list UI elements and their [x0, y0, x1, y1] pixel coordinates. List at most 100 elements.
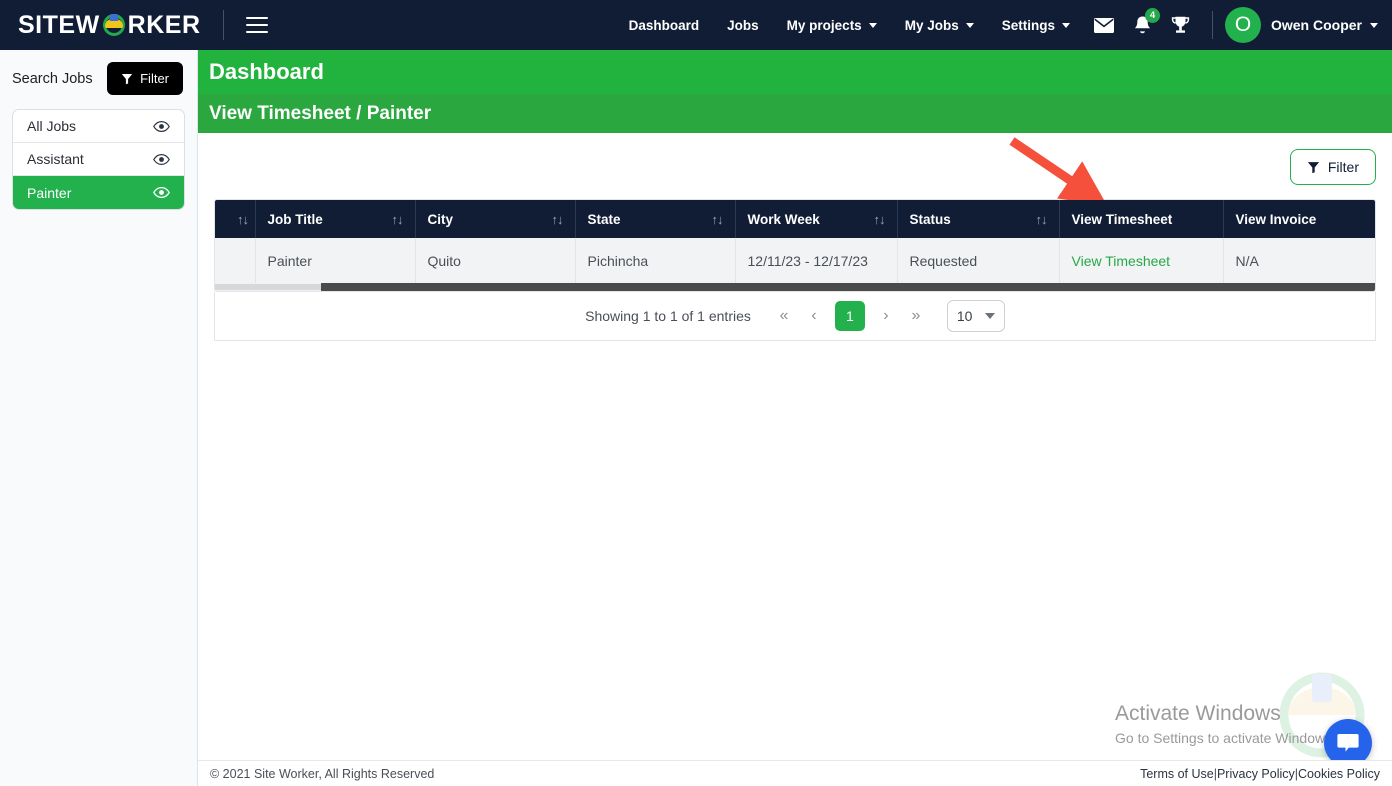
footer-link-cookies[interactable]: Cookies Policy [1298, 767, 1380, 781]
hamburger-menu-icon[interactable] [245, 17, 268, 33]
sort-updown-icon[interactable]: ↑↓ [712, 212, 724, 227]
nav-label-my-jobs: My Jobs [904, 17, 959, 33]
breadcrumb-band: View Timesheet / Painter [198, 94, 1392, 133]
chevron-down-icon [1370, 22, 1378, 28]
view-timesheet-link[interactable]: View Timesheet [1059, 238, 1224, 283]
table-row: Painter Quito Pichincha 12/11/23 - 12/17… [215, 238, 1375, 283]
eye-icon[interactable] [153, 120, 170, 132]
rows-per-page-select[interactable]: 10 [946, 300, 1005, 332]
cell-work-week: 12/11/23 - 12/17/23 [735, 238, 898, 283]
nav-label-my-projects: My projects [786, 17, 862, 33]
th-work-week-label: Work Week [747, 211, 820, 227]
funnel-icon [121, 73, 133, 84]
page-header: Dashboard View Timesheet / Painter [198, 50, 1392, 133]
brand-name-part2: RKER [127, 10, 201, 39]
hardhat-logo-icon [101, 12, 127, 38]
timesheet-table-wrapper: ↑↓ Job Title ↑↓ City ↑↓ State ↑↓ Work We… [214, 199, 1376, 292]
table-body: Painter Quito Pichincha 12/11/23 - 12/17… [215, 238, 1375, 283]
th-city[interactable]: City ↑↓ [415, 200, 576, 238]
th-job-title[interactable]: Job Title ↑↓ [255, 200, 416, 238]
bell-icon[interactable]: 4 [1133, 7, 1160, 36]
pagination: Showing 1 to 1 of 1 entries « ‹ 1 › » 10 [214, 292, 1376, 341]
pagination-prev-button[interactable]: ‹ [799, 301, 829, 331]
footer-link-terms[interactable]: Terms of Use [1140, 767, 1214, 781]
top-nav-right: Dashboard Jobs My projects My Jobs Setti… [615, 0, 1392, 50]
th-state-label: State [587, 211, 621, 227]
top-navigation-bar: SITEW RKER Dashboard Jobs My projects My… [0, 0, 1392, 50]
pagination-next-button[interactable]: › [871, 301, 901, 331]
scrollbar-thumb[interactable] [321, 283, 1375, 291]
content-filter-label: Filter [1327, 159, 1359, 175]
activate-windows-title: Activate Windows [1115, 702, 1281, 725]
eye-icon[interactable] [153, 187, 170, 198]
horizontal-scrollbar[interactable] [215, 283, 1375, 291]
th-select[interactable]: ↑↓ [215, 200, 256, 238]
sidebar-header: Search Jobs Filter [0, 50, 197, 105]
brand-name-part1: SITEW [18, 10, 100, 39]
nav-item-jobs[interactable]: Jobs [727, 18, 759, 33]
sort-updown-icon[interactable]: ↑↓ [1036, 212, 1048, 227]
sort-updown-icon[interactable]: ↑↓ [552, 212, 564, 227]
pagination-last-button[interactable]: » [901, 301, 931, 331]
chevron-down-icon [965, 22, 974, 28]
sidebar-item-label: Assistant [27, 151, 84, 167]
showing-entries-label: Showing 1 to 1 of 1 entries [585, 308, 751, 324]
footer-copyright: © 2021 Site Worker, All Rights Reserved [210, 766, 435, 781]
nav-item-my-projects[interactable]: My projects [787, 18, 877, 33]
chevron-down-icon [1061, 22, 1070, 28]
breadcrumb: View Timesheet / Painter [209, 102, 432, 124]
th-job-title-label: Job Title [267, 211, 323, 227]
nav-item-my-jobs[interactable]: My Jobs [905, 18, 974, 33]
nav-label-jobs: Jobs [727, 17, 759, 33]
chevron-down-icon [868, 22, 877, 28]
sidebar-item-painter[interactable]: Painter [13, 176, 184, 209]
nav-item-settings[interactable]: Settings [1002, 18, 1070, 33]
chevron-down-icon [984, 313, 995, 319]
trophy-icon[interactable] [1170, 15, 1191, 35]
sidebar-item-assistant[interactable]: Assistant [13, 143, 184, 176]
footer-link-privacy[interactable]: Privacy Policy [1217, 767, 1295, 781]
sort-updown-icon[interactable]: ↑↓ [237, 212, 249, 227]
sort-updown-icon[interactable]: ↑↓ [392, 212, 404, 227]
sidebar-item-all-jobs[interactable]: All Jobs [13, 110, 184, 143]
footer: © 2021 Site Worker, All Rights Reserved … [198, 760, 1392, 786]
th-work-week[interactable]: Work Week ↑↓ [735, 200, 898, 238]
nav-divider [222, 10, 224, 40]
funnel-icon [1307, 161, 1320, 173]
user-menu[interactable]: Owen Cooper [1271, 17, 1378, 33]
notification-badge: 4 [1144, 7, 1160, 23]
avatar[interactable]: O [1224, 7, 1261, 43]
sidebar-filter-label: Filter [140, 71, 169, 86]
sidebar-filter-button[interactable]: Filter [107, 62, 183, 95]
th-status-label: Status [909, 211, 951, 227]
pagination-page-1-button[interactable]: 1 [834, 301, 865, 331]
sidebar-item-label: Painter [27, 184, 72, 201]
th-view-timesheet: View Timesheet [1059, 200, 1224, 238]
th-view-invoice: View Invoice [1223, 200, 1375, 238]
scrollbar-track [215, 284, 321, 290]
toolbar: Filter [214, 133, 1376, 199]
content-filter-button[interactable]: Filter [1289, 149, 1376, 185]
pagination-first-button[interactable]: « [769, 301, 799, 331]
rows-per-page-value: 10 [956, 308, 973, 324]
nav-divider [1211, 11, 1213, 39]
cell-view-invoice: N/A [1223, 238, 1375, 283]
eye-icon[interactable] [153, 153, 170, 165]
cell-state: Pichincha [575, 238, 736, 283]
user-name-label: Owen Cooper [1270, 17, 1362, 33]
th-state[interactable]: State ↑↓ [575, 200, 736, 238]
th-status[interactable]: Status ↑↓ [897, 200, 1060, 238]
cell-select[interactable] [215, 238, 256, 283]
nav-label-dashboard: Dashboard [628, 17, 700, 33]
sort-updown-icon[interactable]: ↑↓ [874, 212, 886, 227]
nav-item-dashboard[interactable]: Dashboard [629, 18, 700, 33]
sidebar: Search Jobs Filter All Jobs Assistant Pa… [0, 50, 198, 786]
envelope-icon[interactable] [1093, 17, 1115, 34]
activate-windows-watermark: Activate Windows Go to Settings to activ… [1115, 700, 1336, 748]
th-view-timesheet-label: View Timesheet [1071, 211, 1173, 227]
brand-logo[interactable]: SITEW RKER [0, 12, 201, 38]
cell-job-title: Painter [255, 238, 416, 283]
nav-label-settings: Settings [1001, 17, 1055, 33]
search-jobs-label: Search Jobs [12, 70, 93, 87]
cell-status: Requested [897, 238, 1060, 283]
